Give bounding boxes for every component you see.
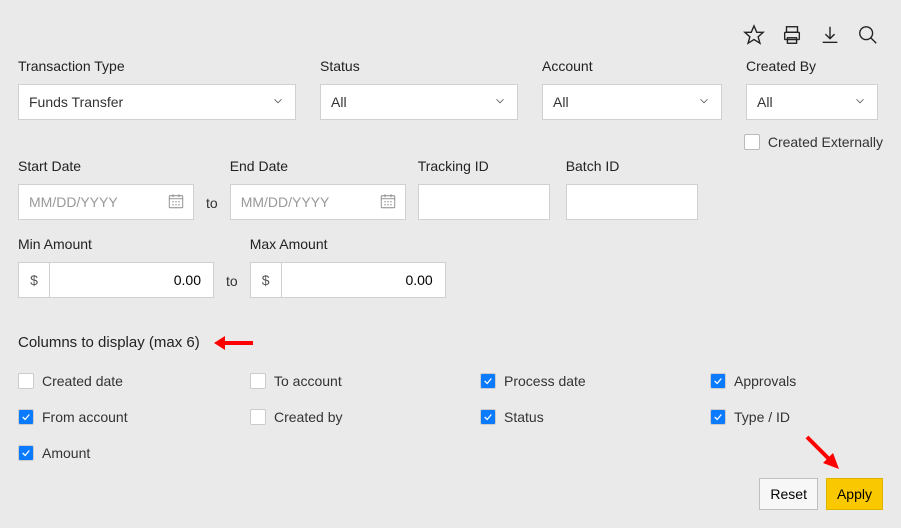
transaction-type-select[interactable]: Funds Transfer (18, 84, 296, 120)
column-option-label: Type / ID (734, 409, 790, 425)
checkbox-box (744, 134, 760, 150)
annotation-arrow-icon (212, 338, 250, 348)
column-option[interactable]: Status (480, 409, 710, 425)
reset-button[interactable]: Reset (759, 478, 818, 510)
chevron-down-icon (853, 94, 867, 111)
column-option-label: To account (274, 373, 342, 389)
tracking-id-label: Tracking ID (418, 158, 550, 174)
column-option[interactable]: To account (250, 373, 480, 389)
checkbox-box (710, 409, 726, 425)
start-date-field[interactable] (27, 193, 167, 211)
batch-id-label: Batch ID (566, 158, 698, 174)
account-select[interactable]: All (542, 84, 722, 120)
min-amount-field[interactable] (60, 271, 203, 289)
checkbox-box (480, 409, 496, 425)
print-icon[interactable] (781, 24, 803, 49)
account-value: All (553, 94, 569, 110)
columns-title: Columns to display (max 6) (18, 334, 200, 351)
created-externally-label: Created Externally (768, 134, 883, 150)
tracking-id-field[interactable] (427, 193, 541, 211)
calendar-icon[interactable] (379, 192, 397, 213)
created-by-select[interactable]: All (746, 84, 878, 120)
max-amount-field[interactable] (292, 271, 435, 289)
transaction-type-label: Transaction Type (18, 58, 296, 74)
max-amount-input[interactable]: $ (250, 262, 446, 298)
checkbox-box (250, 373, 266, 389)
created-by-label: Created By (746, 58, 878, 74)
chevron-down-icon (697, 94, 711, 111)
status-label: Status (320, 58, 518, 74)
column-option-label: Approvals (734, 373, 796, 389)
created-externally-checkbox[interactable]: Created Externally (744, 134, 883, 150)
checkbox-box (18, 373, 34, 389)
max-amount-label: Max Amount (250, 236, 446, 252)
column-option-label: From account (42, 409, 128, 425)
column-option[interactable]: Created date (18, 373, 250, 389)
end-date-label: End Date (230, 158, 406, 174)
checkbox-box (18, 445, 34, 461)
column-option[interactable]: Type / ID (710, 409, 901, 425)
download-icon[interactable] (819, 24, 841, 49)
min-amount-input[interactable]: $ (18, 262, 214, 298)
tracking-id-input[interactable] (418, 184, 550, 220)
end-date-input[interactable] (230, 184, 406, 220)
calendar-icon[interactable] (167, 192, 185, 213)
checkbox-box (480, 373, 496, 389)
currency-symbol: $ (250, 262, 282, 298)
checkbox-box (710, 373, 726, 389)
start-date-input[interactable] (18, 184, 194, 220)
column-option-label: Created by (274, 409, 342, 425)
apply-button[interactable]: Apply (826, 478, 883, 510)
chevron-down-icon (271, 94, 285, 111)
batch-id-input[interactable] (566, 184, 698, 220)
amount-separator: to (226, 273, 238, 298)
column-option[interactable]: Amount (18, 445, 250, 461)
column-option-label: Status (504, 409, 544, 425)
column-option-label: Created date (42, 373, 123, 389)
checkbox-box (18, 409, 34, 425)
end-date-field[interactable] (239, 193, 379, 211)
star-icon[interactable] (743, 24, 765, 49)
column-option[interactable]: Created by (250, 409, 480, 425)
column-option-label: Process date (504, 373, 586, 389)
account-label: Account (542, 58, 722, 74)
column-option[interactable]: Process date (480, 373, 710, 389)
checkbox-box (250, 409, 266, 425)
chevron-down-icon (493, 94, 507, 111)
column-option-label: Amount (42, 445, 90, 461)
start-date-label: Start Date (18, 158, 194, 174)
batch-id-field[interactable] (575, 193, 689, 211)
status-value: All (331, 94, 347, 110)
currency-symbol: $ (18, 262, 50, 298)
transaction-type-value: Funds Transfer (29, 94, 123, 110)
search-icon[interactable] (857, 24, 879, 49)
created-by-value: All (757, 94, 773, 110)
column-option[interactable]: From account (18, 409, 250, 425)
column-option[interactable]: Approvals (710, 373, 901, 389)
status-select[interactable]: All (320, 84, 518, 120)
min-amount-label: Min Amount (18, 236, 214, 252)
date-separator: to (206, 195, 218, 220)
